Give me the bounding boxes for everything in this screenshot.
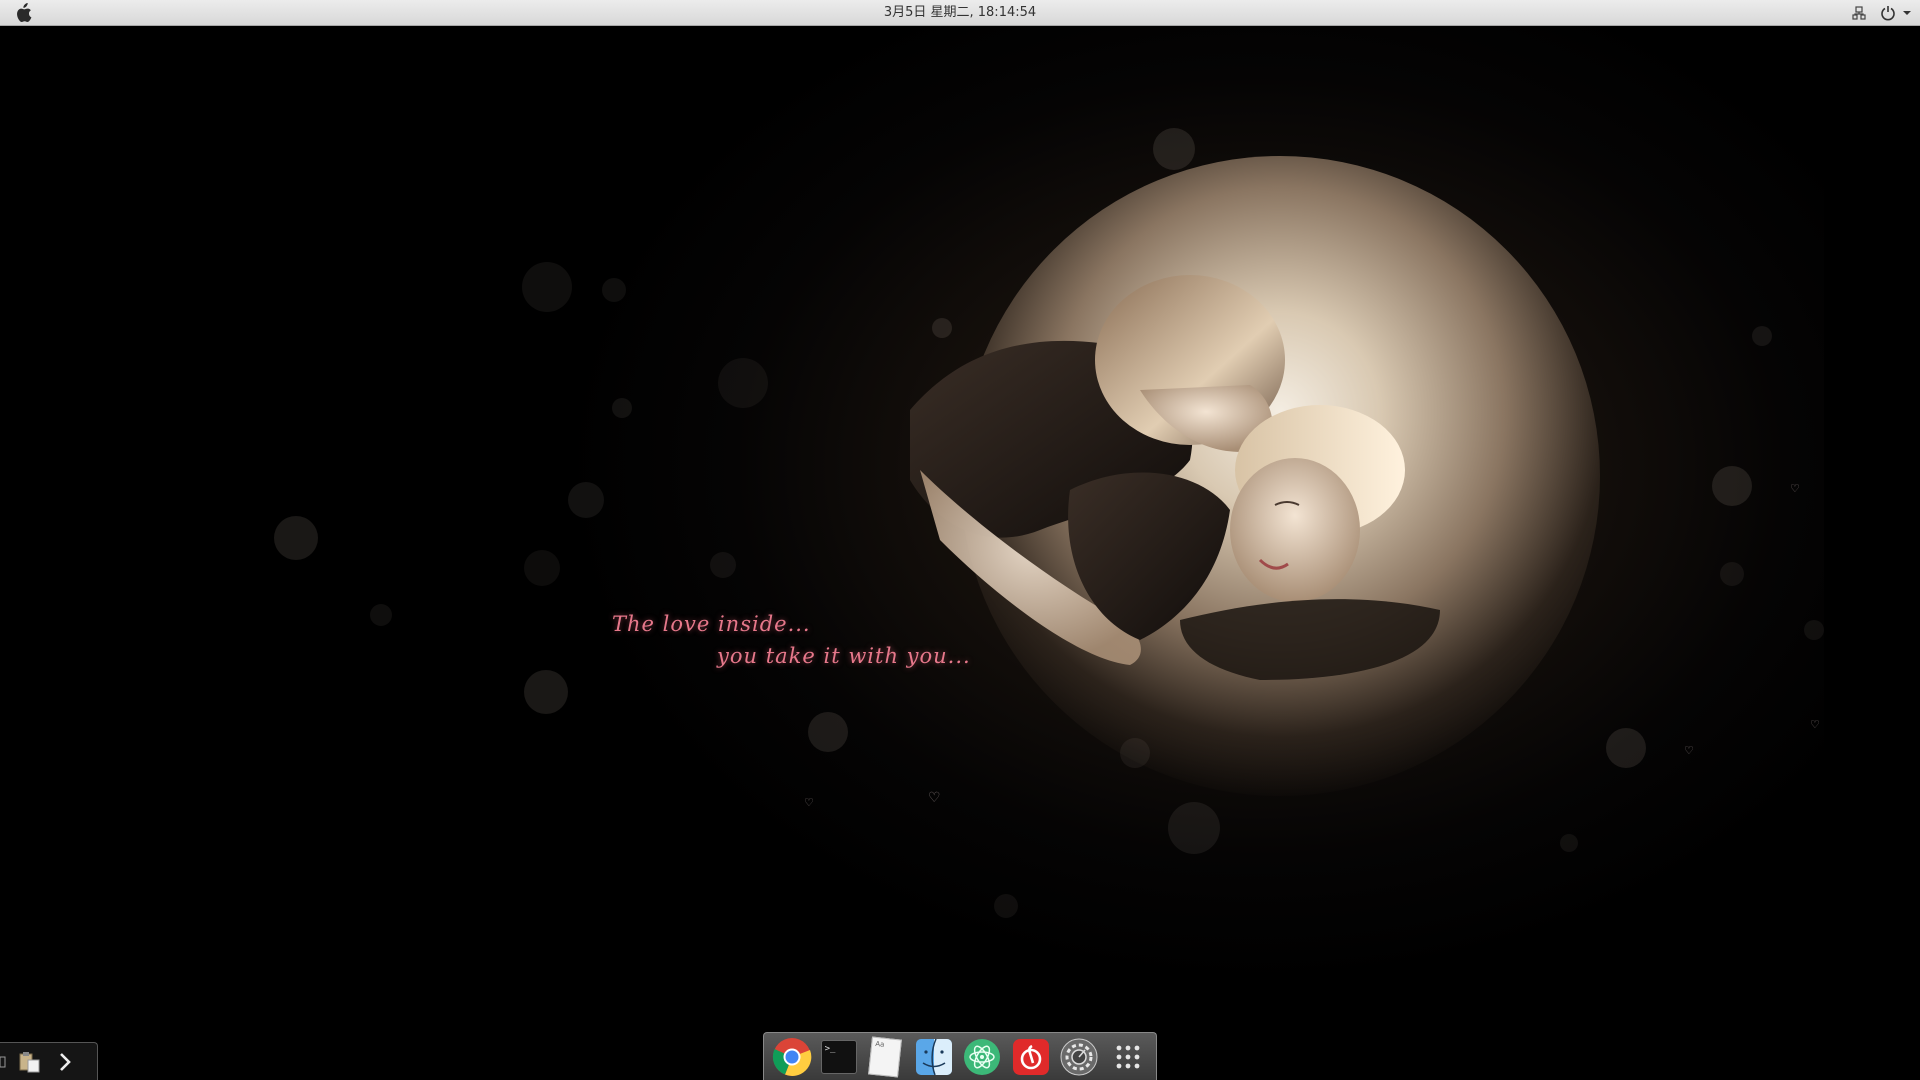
bokeh-dot [274,516,318,560]
dock: >_ Aa [763,1032,1157,1080]
chrome-icon[interactable] [772,1037,812,1077]
atom-editor-icon[interactable] [962,1037,1002,1077]
netease-music-icon[interactable] [1011,1037,1051,1077]
wallpaper-edge [1824,26,1920,1080]
wallpaper-quote-line2: you take it with you... [717,644,971,668]
bokeh-dot [1720,562,1744,586]
bokeh-dot [568,482,604,518]
finder-icon[interactable] [914,1037,954,1077]
expand-arrow-icon[interactable] [52,1047,78,1077]
network-icon[interactable] [1852,2,1866,24]
bokeh-dot [718,358,768,408]
bokeh-dot [1804,620,1824,640]
top-menu-bar: 3月5日 星期二, 18:14:54 [0,0,1920,26]
heart-decoration: ♡ [1684,744,1694,757]
bokeh-dot [1560,834,1578,852]
bokeh-dot [1168,802,1220,854]
bokeh-dot [522,262,572,312]
wallpaper-couple-illustration [910,275,1440,680]
heart-decoration: ♡ [1790,482,1800,495]
clipboard-icon[interactable] [16,1047,42,1077]
bokeh-dot [602,278,626,302]
wallpaper-quote-line1: The love inside... [612,612,811,636]
heart-decoration: ♡ [928,790,941,806]
bokeh-dot [808,712,848,752]
show-desktop-icon[interactable] [0,1047,6,1077]
text-editor-icon[interactable]: Aa [865,1036,905,1077]
bokeh-dot [1712,466,1752,506]
datetime-clock[interactable]: 3月5日 星期二, 18:14:54 [0,0,1920,26]
bokeh-dot [524,550,560,586]
editor-aa-text: Aa [875,1039,885,1049]
power-icon [1881,6,1895,21]
terminal-prompt-text: >_ [824,1043,836,1054]
desktop-screen: ♡ ♡ ♡ ♡ ♡ The love inside... you take it… [0,0,1920,1080]
heart-decoration: ♡ [804,796,814,809]
bokeh-dot [994,894,1018,918]
bokeh-dot [370,604,392,626]
bokeh-dot [710,552,736,578]
app-launcher-icon[interactable] [1108,1037,1148,1077]
bottom-left-panel [0,1042,98,1080]
terminal-icon[interactable]: >_ [820,1039,857,1074]
bokeh-dot [1606,728,1646,768]
heart-decoration: ♡ [1810,718,1820,731]
system-tray [1852,0,1912,26]
bokeh-dot [524,670,568,714]
chevron-down-icon [1903,11,1911,15]
system-settings-icon[interactable] [1059,1037,1099,1077]
bokeh-dot [612,398,632,418]
bokeh-dot [1153,128,1195,170]
bokeh-dot [1752,326,1772,346]
clock-text[interactable]: 3月5日 星期二, 18:14:54 [884,5,1036,20]
power-menu[interactable] [1880,2,1912,24]
